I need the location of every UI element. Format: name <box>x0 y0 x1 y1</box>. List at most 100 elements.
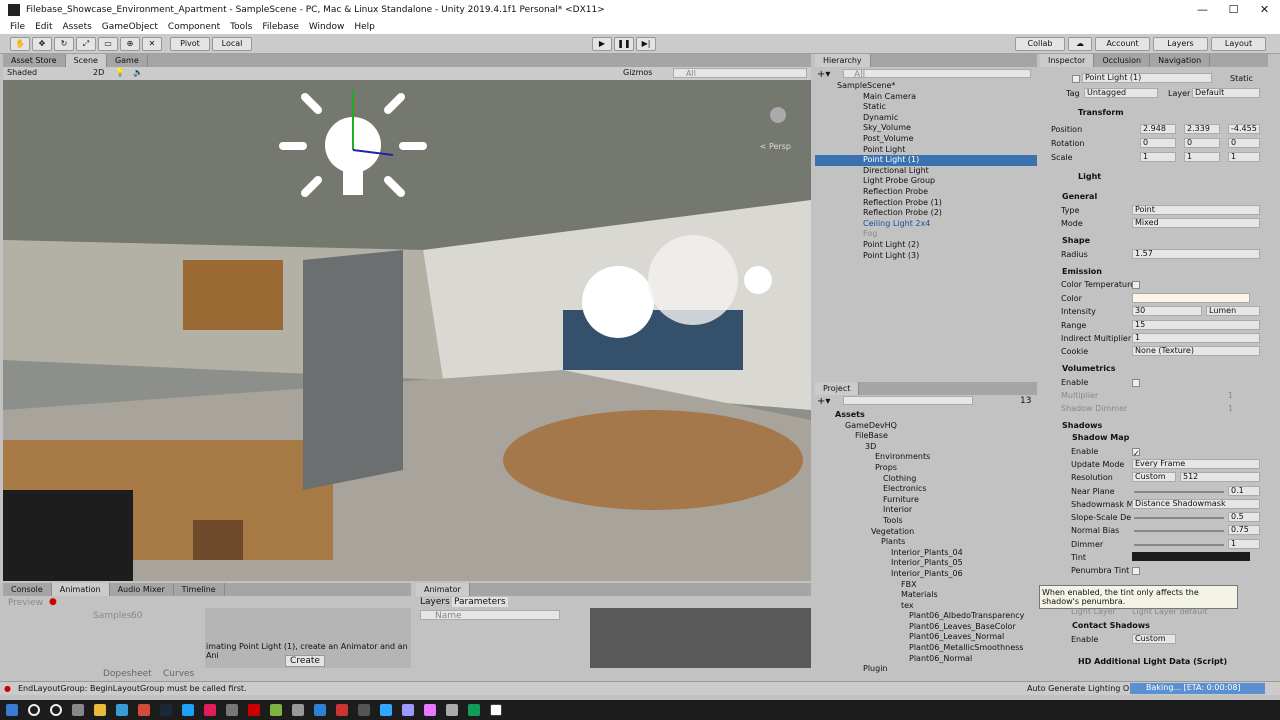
intensity-unit-dropdown[interactable]: Lumen <box>1206 306 1260 316</box>
add-asset-icon[interactable]: +▾ <box>817 396 830 407</box>
app-icon[interactable] <box>446 704 458 716</box>
cortana-icon[interactable] <box>50 704 62 716</box>
dopesheet-tab[interactable]: Dopesheet <box>103 669 152 679</box>
range-field[interactable]: 15 <box>1132 320 1260 330</box>
hierarchy-item[interactable]: Dynamic <box>815 113 1037 124</box>
shadowmask-dropdown[interactable]: Distance Shadowmask <box>1132 499 1260 509</box>
menu-assets[interactable]: Assets <box>63 22 92 32</box>
scale-x[interactable]: 1 <box>1140 152 1176 162</box>
layer-dropdown[interactable]: Default <box>1192 88 1260 98</box>
menu-tools[interactable]: Tools <box>230 22 252 32</box>
maximize-button[interactable]: ☐ <box>1218 0 1249 20</box>
samples-value[interactable]: 60 <box>131 611 142 621</box>
project-folder[interactable]: Furniture <box>815 495 1037 506</box>
project-folder[interactable]: Vegetation <box>815 527 1037 538</box>
tab-timeline[interactable]: Timeline <box>174 583 225 597</box>
project-asset[interactable]: Plant06_Leaves_BaseColor <box>815 622 1037 633</box>
slope-scale-value[interactable]: 0.5 <box>1228 512 1260 522</box>
layout-dropdown[interactable]: Layout <box>1211 37 1266 51</box>
color-temperature-checkbox[interactable] <box>1132 280 1140 289</box>
project-folder[interactable]: Props <box>815 463 1037 474</box>
steam-icon[interactable] <box>160 704 172 716</box>
project-folder[interactable]: Interior <box>815 505 1037 516</box>
tab-project[interactable]: Project <box>815 382 860 396</box>
app-icon[interactable] <box>292 704 304 716</box>
scale-z[interactable]: 1 <box>1228 152 1260 162</box>
create-button[interactable]: Create <box>285 655 325 667</box>
project-folder[interactable]: Interior_Plants_04 <box>815 548 1037 559</box>
project-folder[interactable]: tex <box>815 601 1037 612</box>
volumetrics-enable-checkbox[interactable] <box>1132 378 1140 387</box>
rotate-tool-icon[interactable]: ↻ <box>54 37 74 51</box>
app-icon[interactable] <box>314 704 326 716</box>
collab-button[interactable]: Collab <box>1015 37 1065 51</box>
preview-button[interactable]: Preview <box>8 598 43 608</box>
radius-field[interactable]: 1.57 <box>1132 249 1260 259</box>
project-folder[interactable]: FileBase <box>815 431 1037 442</box>
position-y[interactable]: 2.339 <box>1184 124 1220 134</box>
shadow-map-section[interactable]: Shadow Map <box>1072 433 1129 442</box>
gizmos-dropdown[interactable]: Gizmos <box>623 68 652 77</box>
app-icon[interactable] <box>226 704 238 716</box>
hd-light-data-header[interactable]: HD Additional Light Data (Script) <box>1078 657 1227 666</box>
project-folder[interactable]: Plugin <box>815 664 1037 675</box>
project-asset[interactable]: Plant06_AlbedoTransparency <box>815 611 1037 622</box>
project-folder[interactable]: Clothing <box>815 474 1037 485</box>
layers-dropdown[interactable]: Layers <box>1153 37 1208 51</box>
emission-section[interactable]: Emission <box>1062 267 1102 276</box>
project-folder[interactable]: GameDevHQ <box>815 421 1037 432</box>
contact-enable-dropdown[interactable]: Custom <box>1132 634 1176 644</box>
tint-swatch[interactable] <box>1132 552 1250 561</box>
normal-bias-value[interactable]: 0.75 <box>1228 525 1260 535</box>
tab-asset-store[interactable]: Asset Store <box>3 54 66 68</box>
local-button[interactable]: Local <box>212 37 252 51</box>
app-icon[interactable] <box>270 704 282 716</box>
pause-button[interactable]: ❚❚ <box>614 37 634 51</box>
menu-gameobject[interactable]: GameObject <box>102 22 158 32</box>
menu-help[interactable]: Help <box>354 22 375 32</box>
add-icon[interactable]: +▾ <box>817 69 830 80</box>
hierarchy-item[interactable]: Ceiling Light 2x4 <box>815 219 1037 230</box>
file-explorer-icon[interactable] <box>94 704 106 716</box>
audio-toggle-icon[interactable]: 🔈 <box>133 68 143 77</box>
tab-occlusion[interactable]: Occlusion <box>1094 54 1151 68</box>
color-swatch[interactable] <box>1132 293 1250 303</box>
dimmer-slider[interactable] <box>1134 544 1224 546</box>
hierarchy-item[interactable]: Sky_Volume <box>815 123 1037 134</box>
shadow-dimmer-value[interactable]: 1 <box>1228 404 1233 413</box>
minimize-button[interactable]: — <box>1187 0 1218 20</box>
menu-window[interactable]: Window <box>309 22 345 32</box>
object-name-field[interactable]: Point Light (1) <box>1082 73 1212 83</box>
app-icon[interactable] <box>468 704 480 716</box>
twitter-icon[interactable] <box>182 704 194 716</box>
contact-shadows-section[interactable]: Contact Shadows <box>1072 621 1150 630</box>
windows-start-icon[interactable] <box>6 704 18 716</box>
after-effects-icon[interactable] <box>402 704 414 716</box>
volumetrics-section[interactable]: Volumetrics <box>1062 364 1115 373</box>
dimmer-value[interactable]: 1 <box>1228 539 1260 549</box>
project-asset[interactable]: Plant06_Leaves_Normal <box>815 632 1037 643</box>
project-folder[interactable]: FBX <box>815 580 1037 591</box>
penumbra-tint-checkbox[interactable] <box>1132 566 1140 575</box>
task-view-icon[interactable] <box>72 704 84 716</box>
project-folder[interactable]: Interior_Plants_06 <box>815 569 1037 580</box>
app-icon[interactable] <box>336 704 348 716</box>
rotation-z[interactable]: 0 <box>1228 138 1260 148</box>
general-section[interactable]: General <box>1062 192 1097 201</box>
tab-navigation[interactable]: Navigation <box>1150 54 1211 68</box>
project-asset[interactable]: Plant06_MetallicSmoothness <box>815 643 1037 654</box>
near-plane-slider[interactable] <box>1134 491 1224 493</box>
menu-filebase[interactable]: Filebase <box>262 22 299 32</box>
move-tool-icon[interactable]: ✥ <box>32 37 52 51</box>
close-button[interactable]: ✕ <box>1249 0 1280 20</box>
rotation-x[interactable]: 0 <box>1140 138 1176 148</box>
resolution-value[interactable]: 512 <box>1180 472 1260 482</box>
console-message[interactable]: EndLayoutGroup: BeginLayoutGroup must be… <box>18 684 247 693</box>
position-x[interactable]: 2.948 <box>1140 124 1176 134</box>
transform-header[interactable]: Transform <box>1078 108 1124 117</box>
scene-root[interactable]: SampleScene* <box>815 81 1037 92</box>
play-button[interactable]: ▶ <box>592 37 612 51</box>
hierarchy-item[interactable]: Fog <box>815 229 1037 240</box>
app-icon[interactable] <box>358 704 370 716</box>
premiere-icon[interactable] <box>424 704 436 716</box>
